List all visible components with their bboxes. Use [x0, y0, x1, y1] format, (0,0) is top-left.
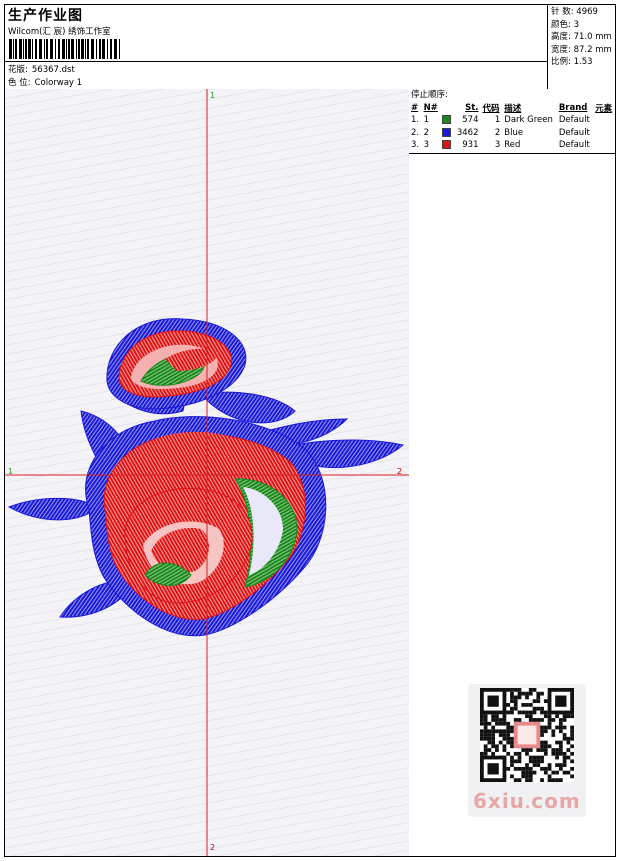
sheet-title: 生产作业图: [8, 8, 83, 24]
main-flower: [85, 416, 327, 637]
spec-scale: 比例: 1.53: [551, 57, 593, 67]
col-element: 元素: [595, 104, 613, 114]
spec-list: 针 数: 4969 颜色: 3 高度: 71.0 mm 宽度: 87.2 mm …: [547, 5, 615, 89]
col-hash: #: [411, 103, 419, 113]
sheet-header: 生产作业图 Wilcom(汇 宸) 绣饰工作室 花版: 56367.dst 色 位…: [5, 5, 615, 90]
embroidery-canvas: [5, 89, 409, 856]
production-sheet: 生产作业图 Wilcom(汇 宸) 绣饰工作室 花版: 56367.dst 色 位…: [4, 4, 616, 857]
color-swatch: [442, 115, 452, 125]
col-n: N#: [423, 103, 438, 113]
spec-height: 高度: 71.0 mm: [551, 32, 612, 42]
qr-code-icon: [480, 688, 574, 782]
spec-stitches: 针 数: 4969: [551, 7, 598, 17]
site-watermark: 6xiu.com: [473, 789, 581, 813]
colorway-row: 色 位: Colorway 1: [8, 76, 82, 88]
axis-label-left: 1: [8, 467, 14, 476]
header-info: 生产作业图 Wilcom(汇 宸) 绣饰工作室 花版: 56367.dst 色 位…: [5, 5, 547, 89]
axis-label-top: 1: [210, 91, 216, 100]
table-row[interactable]: 1. 1 574 1 Dark Green Default: [409, 114, 615, 127]
color-swatch: [442, 140, 452, 150]
stop-table-header: # N# St. 代码 描述 Brand 元素: [409, 102, 615, 114]
colorway-label: 色 位:: [8, 78, 31, 88]
col-brand: Brand: [558, 103, 588, 113]
colorway-value: Colorway 1: [34, 78, 83, 88]
header-divider: [5, 61, 547, 62]
file-label: 花版:: [8, 65, 28, 75]
axis-label-bottom: 2: [210, 843, 216, 852]
table-row[interactable]: 2. 2 3462 2 Blue Default: [409, 127, 615, 140]
col-desc: 描述: [504, 104, 522, 114]
col-stitches: St.: [465, 103, 479, 113]
file-value: 56367.dst: [31, 65, 75, 75]
table-row[interactable]: 3. 3 931 3 Red Default: [409, 139, 615, 152]
axis-label-right: 2: [397, 467, 403, 476]
barcode: [9, 39, 120, 59]
col-code: 代码: [482, 104, 500, 114]
spec-width: 宽度: 87.2 mm: [551, 44, 612, 55]
file-row: 花版: 56367.dst: [8, 63, 75, 75]
studio-name: Wilcom(汇 宸) 绣饰工作室: [8, 27, 111, 37]
spec-colors: 颜色: 3: [551, 19, 579, 30]
design-preview[interactable]: 1 1 2 2: [5, 89, 410, 856]
stop-table: # N# St. 代码 描述 Brand 元素 1. 1 574 1 Dark …: [409, 102, 615, 152]
stop-sequence-heading: 停止顺序:: [411, 90, 448, 100]
col-color: [440, 102, 453, 114]
stop-sequence: 停止顺序: # N# St. 代码 描述 Brand 元素 1. 1 574 1…: [409, 89, 615, 154]
color-swatch: [442, 127, 452, 137]
